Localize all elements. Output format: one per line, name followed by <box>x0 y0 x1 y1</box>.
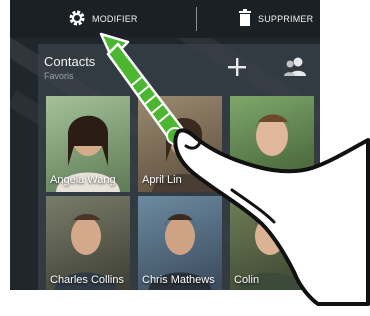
modify-drop-target[interactable]: MODIFIER <box>68 10 138 28</box>
trash-icon <box>238 9 252 29</box>
gear-icon <box>68 9 86 29</box>
contact-name: April Lin <box>142 174 182 186</box>
contact-name: Ben Carter <box>234 174 288 186</box>
contact-name: Chris Mathews <box>142 274 215 286</box>
modify-label: MODIFIER <box>92 14 138 24</box>
contact-tile[interactable]: Chris Mathews <box>138 196 222 290</box>
widget-subtitle: Favoris <box>44 71 74 81</box>
delete-drop-target[interactable]: SUPPRIMER <box>238 9 314 29</box>
contact-name: Angela Wang <box>50 174 116 186</box>
add-contact-button[interactable] <box>226 56 248 78</box>
action-divider <box>196 7 197 31</box>
contact-tile[interactable]: Angela Wang <box>46 96 130 192</box>
contacts-widget: Contacts Favoris Angela Wang April Lin B… <box>38 44 320 290</box>
home-screen: MODIFIER SUPPRIMER Contacts Favoris Ange… <box>10 0 320 290</box>
contact-tile[interactable]: April Lin <box>138 96 222 192</box>
widget-title: Contacts <box>44 54 96 69</box>
contact-tile[interactable]: Charles Collins <box>46 196 130 290</box>
contact-name: Colin <box>234 274 260 286</box>
contact-tile[interactable]: Colin <box>230 196 314 290</box>
edit-action-bar: MODIFIER SUPPRIMER <box>10 0 320 38</box>
delete-label: SUPPRIMER <box>258 14 314 24</box>
plus-icon <box>228 58 246 76</box>
people-button[interactable] <box>282 54 308 80</box>
people-icon <box>284 57 306 76</box>
contact-name: Charles Collins <box>50 274 124 286</box>
contact-tile[interactable]: Ben Carter <box>230 96 314 192</box>
